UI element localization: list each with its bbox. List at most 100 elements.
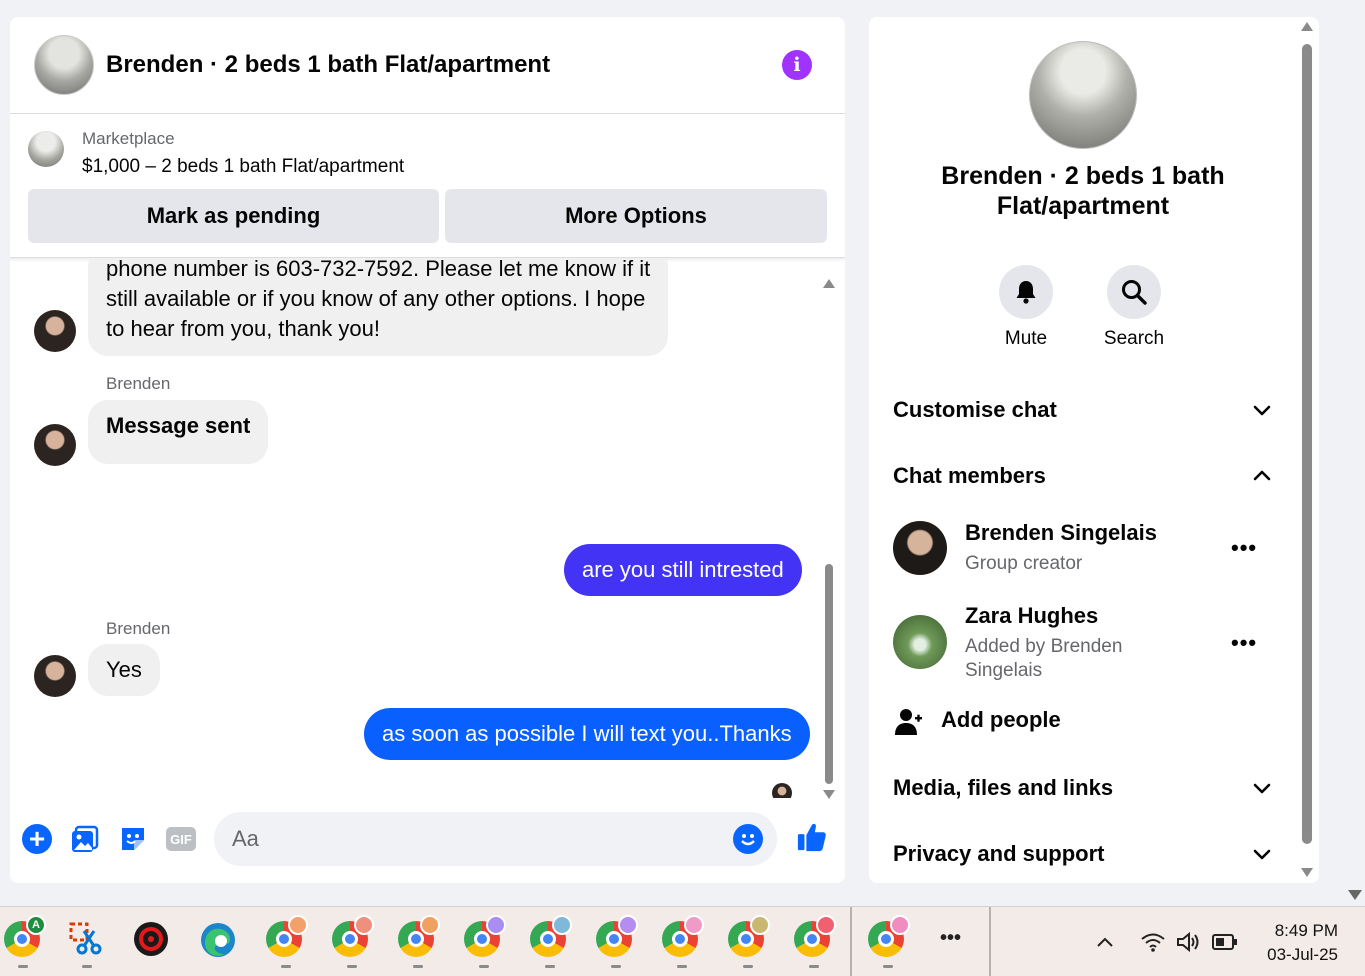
sender-avatar[interactable]	[34, 655, 76, 697]
message-text: phone number is 603-732-7592. Please let…	[106, 258, 651, 281]
chevron-up-icon[interactable]	[1096, 935, 1114, 949]
sender-name: Brenden	[106, 374, 171, 393]
message-list: phone number is 603-732-7592. Please let…	[10, 258, 845, 798]
chrome-profile-app[interactable]	[794, 915, 836, 961]
more-apps-button[interactable]: •••	[940, 927, 961, 950]
volume-icon[interactable]	[1176, 931, 1202, 953]
message-text: Yes	[106, 657, 142, 682]
mute-button[interactable]	[999, 265, 1053, 319]
add-people-button[interactable]: Add people	[941, 707, 1061, 733]
media-files-links-row[interactable]: Media, files and links	[893, 775, 1273, 801]
mark-as-pending-button[interactable]: Mark as pending	[28, 189, 439, 243]
running-indicator	[281, 965, 291, 968]
outgoing-message-bubble[interactable]: as soon as possible I will text you..Tha…	[364, 708, 810, 760]
media-files-links-label: Media, files and links	[893, 775, 1114, 800]
scroll-thumb[interactable]	[825, 564, 833, 784]
message-text: to hear from you, thank you!	[106, 316, 380, 341]
chrome-profile-app[interactable]	[728, 915, 770, 961]
member-name[interactable]: Brenden Singelais	[965, 520, 1157, 546]
thumbs-up-icon[interactable]	[796, 821, 828, 853]
listing-title[interactable]: $1,000 – 2 beds 1 bath Flat/apartment	[82, 156, 404, 178]
running-indicator	[809, 965, 819, 968]
message-text: as soon as possible I will text you..Tha…	[382, 721, 792, 746]
privacy-support-row[interactable]: Privacy and support	[893, 841, 1273, 867]
page-scroll-down-arrow-icon[interactable]	[1348, 890, 1362, 900]
message-input[interactable]	[214, 812, 694, 866]
sender-avatar[interactable]	[34, 424, 76, 466]
message-bubble[interactable]: phone number is 603-732-7592. Please let…	[88, 258, 669, 356]
member-avatar[interactable]	[893, 521, 947, 575]
scroll-up-arrow-icon[interactable]	[1301, 22, 1313, 31]
photo-icon[interactable]	[69, 823, 101, 855]
antivirus-icon[interactable]	[133, 921, 173, 961]
gif-icon[interactable]: GIF	[165, 823, 197, 855]
edge-browser-icon[interactable]	[199, 921, 239, 961]
wifi-icon[interactable]	[1140, 931, 1166, 953]
message-input-container	[214, 812, 777, 866]
running-indicator	[347, 965, 357, 968]
chrome-profile-app[interactable]	[266, 915, 308, 961]
chrome-profile-app[interactable]	[398, 915, 440, 961]
chrome-profile-app[interactable]	[464, 915, 506, 961]
running-indicator	[611, 965, 621, 968]
sender-name: Brenden	[106, 619, 171, 638]
member-options-button[interactable]: •••	[1231, 630, 1257, 656]
chrome-profile-app[interactable]: A	[4, 915, 46, 961]
clock-date: 03-Jul-25	[1267, 945, 1338, 964]
chat-members-label: Chat members	[893, 463, 1046, 488]
sticker-icon[interactable]	[117, 823, 149, 855]
emoji-icon[interactable]	[733, 824, 763, 854]
taskbar-divider	[989, 907, 991, 976]
chevron-up-icon	[1253, 470, 1271, 481]
profile-badge: A	[26, 915, 46, 935]
listing-thumbnail[interactable]	[28, 131, 64, 167]
chrome-profile-app[interactable]	[596, 915, 638, 961]
scroll-up-arrow-icon[interactable]	[823, 279, 835, 288]
chat-members-row[interactable]: Chat members	[893, 463, 1273, 489]
chrome-profile-app[interactable]	[332, 915, 374, 961]
seen-receipt-avatar	[772, 783, 792, 798]
chevron-down-icon	[1253, 405, 1271, 416]
member-options-button[interactable]: •••	[1231, 535, 1257, 561]
plus-icon[interactable]: +	[21, 823, 53, 855]
member-role: Group creator	[965, 553, 1083, 574]
member-avatar[interactable]	[893, 615, 947, 669]
running-indicator	[545, 965, 555, 968]
conversation-info-panel: Brenden · 2 beds 1 bath Flat/apartment M…	[869, 17, 1319, 883]
info-icon[interactable]: i	[782, 50, 812, 80]
mute-label: Mute	[1004, 328, 1048, 349]
conversation-avatar[interactable]	[34, 35, 94, 95]
outgoing-message-bubble[interactable]: are you still intrested	[564, 544, 802, 596]
privacy-support-label: Privacy and support	[893, 841, 1105, 866]
running-indicator	[677, 965, 687, 968]
clock-time: 8:49 PM	[1274, 921, 1338, 940]
chrome-profile-app[interactable]	[662, 915, 704, 961]
running-indicator	[479, 965, 489, 968]
scroll-down-arrow-icon[interactable]	[1301, 868, 1313, 877]
message-text: still available or if you know of any ot…	[106, 286, 646, 311]
message-bubble[interactable]: Message sent	[88, 400, 269, 464]
conversation-avatar-large[interactable]	[1029, 41, 1137, 149]
message-text: are you still intrested	[582, 557, 784, 582]
marketplace-label: Marketplace	[82, 129, 175, 148]
chrome-profile-app[interactable]	[530, 915, 572, 961]
message-scrollbar[interactable]	[821, 279, 837, 799]
search-label: Search	[1103, 328, 1165, 349]
snipping-tool-icon[interactable]	[68, 921, 108, 961]
sender-avatar[interactable]	[34, 310, 76, 352]
message-bubble[interactable]: Yes	[88, 644, 160, 696]
scroll-thumb[interactable]	[1302, 44, 1312, 844]
composer: + GIF	[10, 807, 845, 871]
battery-icon[interactable]	[1212, 933, 1238, 951]
info-scrollbar[interactable]	[1298, 22, 1316, 882]
customise-chat-row[interactable]: Customise chat	[893, 397, 1273, 423]
chrome-profile-app[interactable]	[868, 915, 910, 961]
scroll-down-arrow-icon[interactable]	[823, 790, 835, 799]
add-person-icon[interactable]	[893, 707, 923, 737]
search-button[interactable]	[1107, 265, 1161, 319]
member-name[interactable]: Zara Hughes	[965, 603, 1098, 629]
clock[interactable]: 8:49 PM 03-Jul-25	[1258, 919, 1338, 967]
more-options-button[interactable]: More Options	[445, 189, 827, 243]
info-title: Brenden · 2 beds 1 bath Flat/apartment	[941, 162, 1225, 220]
chat-title[interactable]: Brenden · 2 beds 1 bath Flat/apartment	[106, 51, 550, 79]
